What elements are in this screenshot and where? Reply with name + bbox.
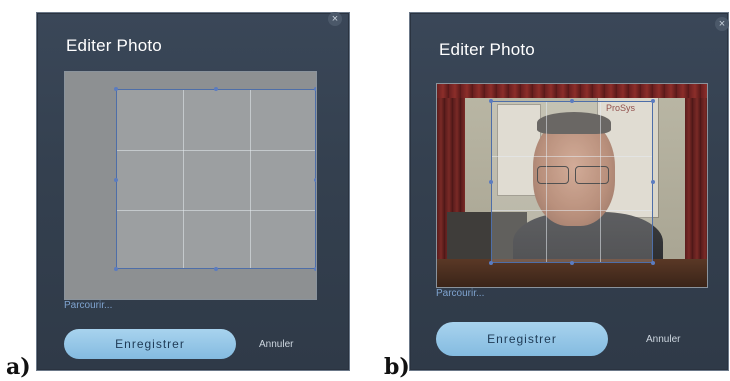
close-icon[interactable]: ×: [328, 12, 342, 26]
crop-handle-bottom-right[interactable]: [314, 267, 316, 271]
crop-grid-line: [183, 90, 184, 268]
crop-grid-line: [492, 210, 652, 211]
crop-handle-bottom-left[interactable]: [489, 261, 493, 265]
crop-highlight: [492, 102, 652, 262]
crop-box[interactable]: [489, 99, 655, 265]
save-button[interactable]: Enregistrer: [436, 322, 608, 356]
browse-link[interactable]: Parcourir...: [64, 300, 112, 311]
browse-link[interactable]: Parcourir...: [436, 288, 484, 299]
crop-box[interactable]: [114, 87, 316, 271]
crop-handle-left[interactable]: [489, 180, 493, 184]
crop-handle-top-right[interactable]: [314, 87, 316, 91]
crop-handle-top[interactable]: [570, 99, 574, 103]
crop-handle-right[interactable]: [314, 178, 316, 182]
crop-grid-line: [546, 102, 547, 262]
dialog-title: Editer Photo: [439, 40, 535, 59]
dialog-title: Editer Photo: [66, 36, 162, 55]
panel-label-a: a): [6, 354, 31, 380]
crop-handle-left[interactable]: [114, 178, 118, 182]
photo-canvas[interactable]: [64, 71, 317, 300]
photo-curtain-valance: [437, 84, 707, 98]
photo-canvas[interactable]: ProSys: [436, 83, 708, 288]
crop-handle-top[interactable]: [214, 87, 218, 91]
cancel-button[interactable]: Annuler: [646, 334, 680, 345]
crop-handle-bottom-right[interactable]: [651, 261, 655, 265]
crop-grid-line: [117, 210, 315, 211]
crop-grid-line: [250, 90, 251, 268]
crop-grid-line: [492, 156, 652, 157]
close-icon[interactable]: ×: [715, 17, 729, 31]
panel-label-b: b): [384, 354, 410, 380]
crop-handle-right[interactable]: [651, 180, 655, 184]
crop-grid-line: [117, 150, 315, 151]
cancel-button[interactable]: Annuler: [259, 339, 293, 350]
crop-handle-bottom-left[interactable]: [114, 267, 118, 271]
crop-handle-top-left[interactable]: [489, 99, 493, 103]
crop-handle-top-right[interactable]: [651, 99, 655, 103]
save-button[interactable]: Enregistrer: [64, 329, 236, 359]
crop-handle-bottom[interactable]: [214, 267, 218, 271]
edit-photo-dialog-b: × Editer Photo ProSys Parcourir... Enreg…: [409, 12, 729, 371]
photo-curtain-right: [685, 84, 707, 287]
crop-handle-top-left[interactable]: [114, 87, 118, 91]
crop-handle-bottom[interactable]: [570, 261, 574, 265]
crop-grid-line: [600, 102, 601, 262]
edit-photo-dialog-a: × Editer Photo Parcourir... Enregistrer …: [36, 12, 350, 371]
